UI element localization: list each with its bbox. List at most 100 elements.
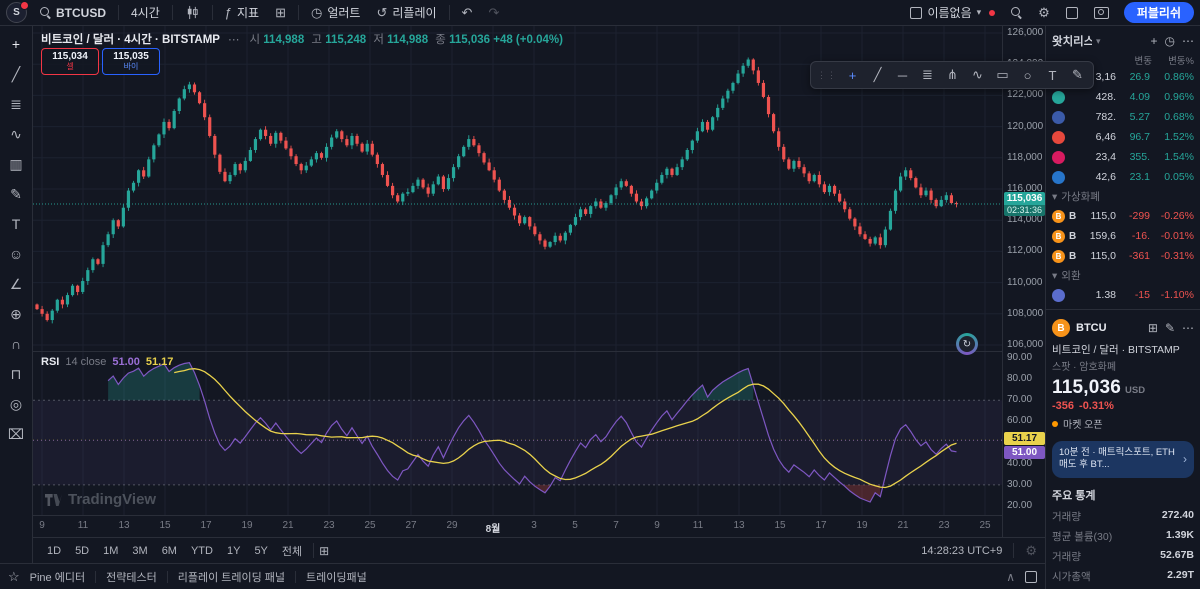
calendar-icon[interactable]: ⊞ — [319, 545, 329, 557]
col-change[interactable]: 변동 — [1120, 53, 1152, 67]
brush-icon[interactable]: ✎ — [1065, 65, 1090, 86]
watchlist-row[interactable]: 1.38-15-1.10% — [1046, 285, 1200, 305]
quick-search-button[interactable] — [1004, 3, 1029, 23]
add-symbol-icon[interactable]: + — [1151, 34, 1158, 48]
zoom-tool[interactable]: ⊕ — [3, 301, 29, 327]
panel-tab-0[interactable]: Pine 에디터 — [30, 569, 85, 585]
pane-separator[interactable] — [33, 351, 1002, 352]
trend-line-tool[interactable]: ╱ — [3, 61, 29, 87]
range-button-전체[interactable]: 전체 — [276, 541, 308, 561]
watchlist-row[interactable]: 428.4.090.96% — [1046, 87, 1200, 107]
text-tool[interactable]: T — [3, 211, 29, 237]
stat-row: 시가총액2.29T — [1046, 567, 1200, 587]
sell-button[interactable]: 115,034 셀 — [41, 48, 99, 75]
panel-tab-3[interactable]: 트레이딩패널 — [306, 569, 367, 585]
range-button-5d[interactable]: 5D — [69, 543, 95, 559]
legend-more-icon[interactable]: ⋯ — [228, 32, 240, 46]
watchlist-row[interactable]: 23,4355.1.54% — [1046, 147, 1200, 167]
indicators-button[interactable]: ƒ 지표 — [218, 3, 266, 23]
chart-legend[interactable]: 비트코인 / 달러 · 4시간 · BITSTAMP ⋯ 시 114,988 고… — [41, 31, 563, 47]
publish-label: 퍼블리쉬 — [1137, 4, 1181, 21]
symbol-card-name[interactable]: BTCUSD — [1076, 322, 1106, 334]
more-options-icon[interactable]: ⋯ — [1182, 34, 1194, 48]
fullscreen-button[interactable] — [1059, 3, 1085, 23]
settings-button[interactable]: ⚙ — [1031, 3, 1057, 23]
alert-button[interactable]: ◷ 얼러트 — [304, 3, 367, 23]
range-button-5y[interactable]: 5Y — [248, 543, 273, 559]
snapshot-button[interactable] — [1087, 3, 1116, 23]
range-button-3m[interactable]: 3M — [126, 543, 153, 559]
layout-name-button[interactable]: 이름없음 ▾ — [903, 3, 1002, 23]
maximize-panel-icon[interactable] — [1025, 571, 1037, 583]
panel-tab-1[interactable]: 전략테스터 — [106, 569, 157, 585]
range-button-1m[interactable]: 1M — [97, 543, 124, 559]
magnet-tool[interactable]: ∩ — [3, 331, 29, 357]
compose-icon[interactable]: ✎ — [1165, 321, 1175, 335]
crosshair-tool[interactable]: + — [3, 31, 29, 57]
more-options-icon[interactable]: ⋯ — [1182, 321, 1194, 335]
forecast-tool[interactable]: ▥ — [3, 151, 29, 177]
templates-button[interactable]: ⊞ — [268, 3, 293, 23]
watchlist-title[interactable]: 왓치리스트 — [1052, 33, 1092, 49]
price-scale-label: 126,000 — [1007, 27, 1043, 39]
range-button-6m[interactable]: 6M — [156, 543, 183, 559]
rectangle-icon[interactable]: ▭ — [990, 65, 1015, 86]
replay-button[interactable]: ↺ 리플레이 — [369, 3, 443, 23]
ellipse-icon[interactable]: ○ — [1015, 65, 1040, 86]
symbol-search-button[interactable]: BTCUSD — [33, 3, 113, 23]
price-scale[interactable]: 115,036 02:31:36 51.17 51.00 126,000124,… — [1002, 26, 1045, 537]
cross-cursor-icon[interactable]: + — [840, 65, 865, 86]
rsi-legend[interactable]: RSI 14 close 51.00 51.17 — [41, 356, 173, 368]
scale-settings-icon[interactable]: ⚙ — [1025, 544, 1037, 557]
hide-drawings-tool[interactable]: ◎ — [3, 391, 29, 417]
watchlist-section-header[interactable]: ▾외환 — [1046, 266, 1200, 285]
time-axis[interactable]: 9111315171921232527298월35791113151719212… — [33, 515, 1002, 538]
undo-button[interactable]: ↶ — [455, 3, 480, 23]
interval-button[interactable]: 4시간 — [124, 3, 167, 23]
wave-icon[interactable]: ∿ — [965, 65, 990, 86]
chart-style-button[interactable] — [178, 3, 207, 23]
watchlist-row[interactable]: BB115,0-361-0.31% — [1046, 246, 1200, 266]
chart-action-button[interactable]: ↻ — [956, 333, 978, 355]
fib-retracement-tool[interactable]: ≣ — [3, 91, 29, 117]
watchlist-row[interactable]: 782.5.270.68% — [1046, 107, 1200, 127]
clock-time[interactable]: 14:28:23 UTC+9 — [921, 545, 1002, 557]
watchlist-row[interactable]: 6,4696.71.52% — [1046, 127, 1200, 147]
range-buttons: 1D5D1M3M6MYTD1Y5Y전체 ⊞ — [41, 541, 329, 561]
collapse-panel-icon[interactable]: ∧ — [1006, 570, 1015, 584]
measure-tool[interactable]: ∠ — [3, 271, 29, 297]
favorites-star-icon[interactable]: ☆ — [8, 569, 20, 585]
range-button-1d[interactable]: 1D — [41, 543, 67, 559]
pattern-tool[interactable]: ∿ — [3, 121, 29, 147]
layout-grid-icon[interactable]: ⊞ — [1148, 321, 1158, 335]
watchlist-row[interactable]: BB115,0-299-0.26% — [1046, 206, 1200, 226]
floating-drawing-toolbar[interactable]: ⋮⋮ +╱─≣⋔∿▭○T✎ — [810, 61, 1094, 89]
drag-handle[interactable]: ⋮⋮ — [814, 70, 840, 81]
redo-button[interactable]: ↷ — [481, 3, 506, 23]
rsi-pane-canvas[interactable] — [33, 352, 1002, 515]
buy-button[interactable]: 115,035 바이 — [102, 48, 160, 75]
user-avatar[interactable]: S — [6, 2, 27, 23]
refresh-icon: ↻ — [959, 336, 975, 352]
news-card[interactable]: 10분 전 · 매트릭스포트, ETH 매도 후 BT... › — [1052, 441, 1194, 478]
range-button-ytd[interactable]: YTD — [185, 543, 219, 559]
pitchfork-icon[interactable]: ⋔ — [940, 65, 965, 86]
range-button-1y[interactable]: 1Y — [221, 543, 246, 559]
horizontal-line-icon[interactable]: ─ — [890, 65, 915, 86]
clock-icon[interactable]: ◷ — [1165, 34, 1175, 48]
watchlist-row[interactable]: BB159,6-16.-0.01% — [1046, 226, 1200, 246]
trend-line-icon[interactable]: ╱ — [865, 65, 890, 86]
parallel-channel-icon[interactable]: ≣ — [915, 65, 940, 86]
brush-tool[interactable]: ✎ — [3, 181, 29, 207]
watchlist-section-header[interactable]: ▾가상화폐 — [1046, 187, 1200, 206]
col-change-pct[interactable]: 변동% — [1152, 53, 1194, 67]
panel-tab-2[interactable]: 리플레이 트레이딩 패널 — [178, 569, 285, 585]
close-value: 115,036 — [449, 34, 490, 46]
publish-button[interactable]: 퍼블리쉬 — [1124, 2, 1194, 23]
delete-tool[interactable]: ⌧ — [3, 421, 29, 447]
lock-tool[interactable]: ⊓ — [3, 361, 29, 387]
chevron-down-icon[interactable]: ▾ — [1096, 36, 1101, 47]
watchlist-row[interactable]: 42,623.10.05% — [1046, 167, 1200, 187]
emoji-tool[interactable]: ☺ — [3, 241, 29, 267]
text-icon[interactable]: T — [1040, 65, 1065, 86]
